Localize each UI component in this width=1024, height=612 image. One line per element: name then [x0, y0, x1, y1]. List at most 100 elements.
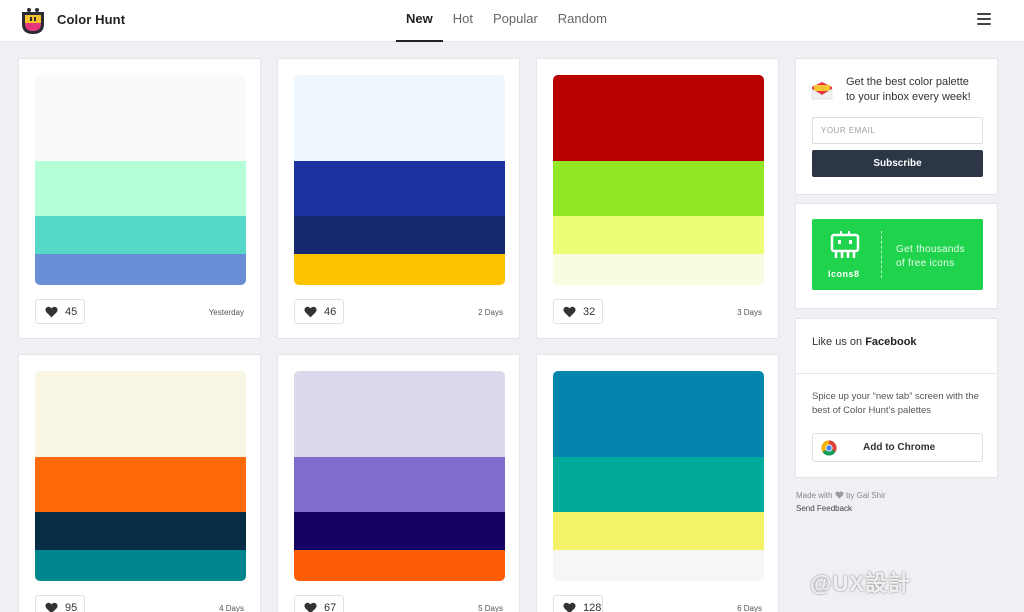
brand-name[interactable]: Color Hunt — [57, 12, 125, 27]
icons8-divider — [881, 231, 882, 278]
main-nav: New Hot Popular Random — [396, 0, 617, 42]
like-button[interactable]: 32 — [553, 299, 603, 324]
like-count: 32 — [583, 305, 596, 318]
sidebar-footer: Made with by Gal Shir Send Feedback — [796, 489, 886, 515]
like-button[interactable]: 128 — [553, 595, 603, 612]
palette-date: 3 Days — [737, 308, 762, 317]
color-hunt-logo-icon[interactable] — [18, 4, 48, 36]
palette-date: 5 Days — [478, 604, 503, 612]
swatch-2[interactable] — [294, 457, 505, 512]
palette-card-1: 45 Yesterday — [18, 58, 261, 339]
nav-popular[interactable]: Popular — [483, 0, 548, 42]
palette-card-2: 46 2 Days — [277, 58, 520, 339]
palette-date: 6 Days — [737, 604, 762, 612]
made-with-suffix[interactable]: by Gal Shir — [846, 491, 886, 500]
palette-card-3: 32 3 Days — [536, 58, 779, 339]
swatch-2[interactable] — [35, 161, 246, 216]
heart-icon — [304, 306, 317, 317]
palette-date: 4 Days — [219, 604, 244, 612]
swatch-4[interactable] — [553, 254, 764, 285]
newsletter-line-1: Get the best color palette — [846, 76, 969, 88]
swatch-3[interactable] — [35, 216, 246, 254]
facebook-title: Like us on Facebook — [812, 336, 917, 348]
swatch-4[interactable] — [553, 550, 764, 581]
like-button[interactable]: 95 — [35, 595, 85, 612]
nav-new[interactable]: New — [396, 0, 443, 42]
icons8-label: Icons8 — [828, 269, 860, 279]
palette-card-6: 128 6 Days — [536, 354, 779, 612]
icons8-line-1: Get thousands — [896, 244, 965, 255]
like-count: 67 — [324, 601, 337, 612]
newsletter-line-2: to your inbox every week! — [846, 91, 971, 103]
heart-icon — [835, 491, 844, 499]
swatch-1[interactable] — [35, 371, 246, 457]
palette-date: 2 Days — [478, 308, 503, 317]
watermark: @UX設計 — [810, 571, 912, 596]
nav-random[interactable]: Random — [548, 0, 617, 42]
palette-swatches[interactable] — [553, 75, 764, 285]
heart-icon — [563, 306, 576, 317]
chrome-description: Spice up your “new tab” screen with the … — [812, 391, 979, 416]
add-to-chrome-button[interactable]: Add to Chrome — [812, 433, 983, 462]
newsletter-panel: Get the best color palette to your inbox… — [795, 58, 998, 195]
made-with-line: Made with by Gal Shir — [796, 489, 886, 502]
chrome-icon — [821, 440, 837, 456]
swatch-3[interactable] — [553, 512, 764, 550]
palette-date: Yesterday — [208, 308, 244, 317]
swatch-2[interactable] — [553, 161, 764, 216]
panel-divider — [796, 373, 997, 374]
heart-icon — [304, 602, 317, 612]
swatch-4[interactable] — [35, 254, 246, 285]
like-button[interactable]: 67 — [294, 595, 344, 612]
swatch-3[interactable] — [294, 216, 505, 254]
swatch-4[interactable] — [35, 550, 246, 581]
icons8-banner[interactable]: Icons8 Get thousands of free icons — [812, 219, 983, 290]
swatch-3[interactable] — [553, 216, 764, 254]
email-input[interactable] — [812, 117, 983, 144]
nav-hot[interactable]: Hot — [443, 0, 483, 42]
swatch-1[interactable] — [35, 75, 246, 161]
made-with-prefix: Made with — [796, 491, 833, 500]
icons8-text: Get thousands of free icons — [896, 243, 965, 271]
heart-icon — [45, 602, 58, 612]
palette-swatches[interactable] — [35, 75, 246, 285]
like-button[interactable]: 45 — [35, 299, 85, 324]
swatch-1[interactable] — [294, 371, 505, 457]
like-count: 128 — [583, 601, 602, 612]
add-to-chrome-label: Add to Chrome — [863, 442, 936, 453]
palette-card-4: 95 4 Days — [18, 354, 261, 612]
like-count: 46 — [324, 305, 337, 318]
palette-swatches[interactable] — [294, 75, 505, 285]
swatch-4[interactable] — [294, 550, 505, 581]
hamburger-icon[interactable] — [977, 13, 991, 25]
swatch-2[interactable] — [35, 457, 246, 512]
top-header: Color Hunt New Hot Popular Random — [0, 0, 1024, 42]
facebook-prefix: Like us on — [812, 336, 866, 348]
palette-swatches[interactable] — [35, 371, 246, 581]
swatch-3[interactable] — [294, 512, 505, 550]
swatch-1[interactable] — [553, 75, 764, 161]
swatch-1[interactable] — [294, 75, 505, 161]
palette-swatches[interactable] — [294, 371, 505, 581]
icons8-line-2: of free icons — [896, 258, 955, 269]
swatch-4[interactable] — [294, 254, 505, 285]
swatch-2[interactable] — [294, 161, 505, 216]
heart-icon — [45, 306, 58, 317]
facebook-panel: Like us on Facebook Spice up your “new t… — [795, 318, 998, 478]
send-feedback-link[interactable]: Send Feedback — [796, 502, 886, 515]
like-count: 45 — [65, 305, 78, 318]
subscribe-button[interactable]: Subscribe — [812, 150, 983, 177]
heart-icon — [563, 602, 576, 612]
palette-card-5: 67 5 Days — [277, 354, 520, 612]
facebook-link[interactable]: Facebook — [865, 336, 916, 348]
swatch-1[interactable] — [553, 371, 764, 457]
icons8-logo-icon — [830, 231, 860, 258]
like-count: 95 — [65, 601, 78, 612]
swatch-3[interactable] — [35, 512, 246, 550]
like-button[interactable]: 46 — [294, 299, 344, 324]
mail-palette-icon — [811, 82, 833, 100]
swatch-2[interactable] — [553, 457, 764, 512]
newsletter-text: Get the best color palette to your inbox… — [846, 75, 971, 105]
palette-swatches[interactable] — [553, 371, 764, 581]
icons8-panel: Icons8 Get thousands of free icons — [795, 203, 998, 309]
